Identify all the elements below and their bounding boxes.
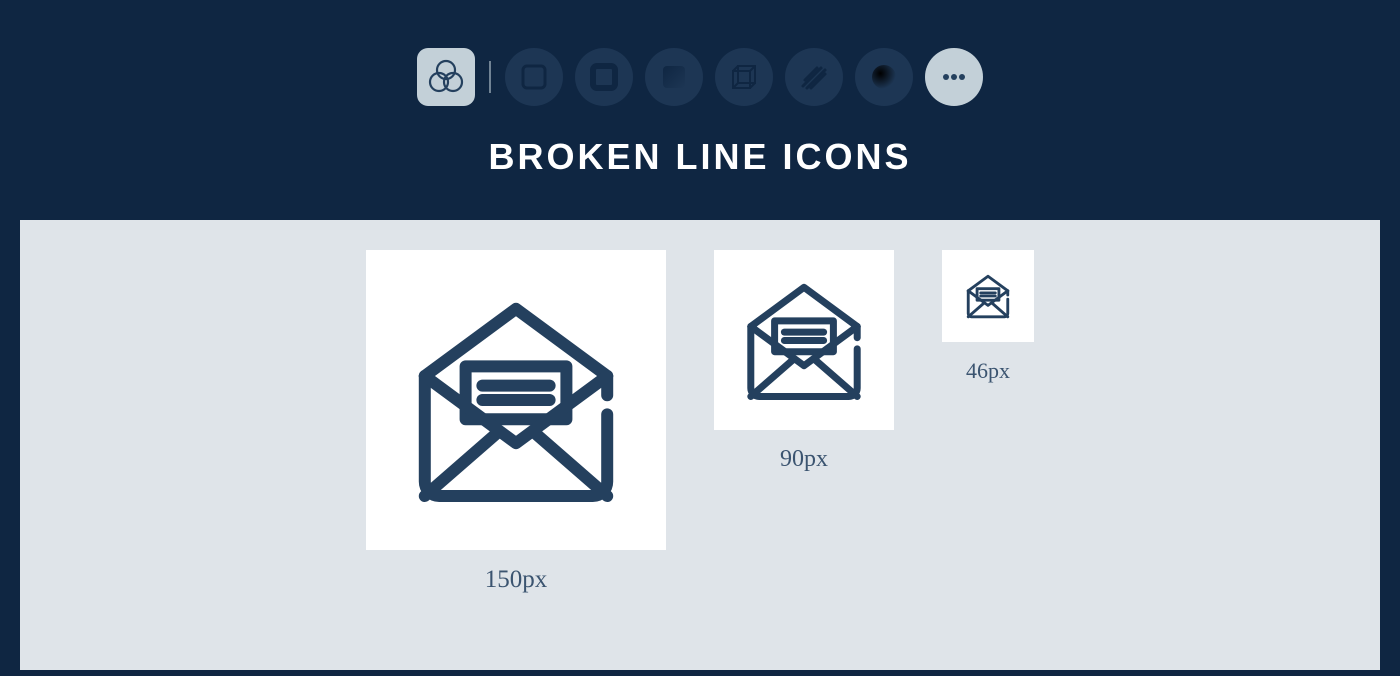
more-icon <box>937 60 971 94</box>
preview-small: 46px <box>942 250 1034 650</box>
preview-tile-small <box>942 250 1034 342</box>
style-sphere[interactable] <box>855 48 913 106</box>
venn-icon <box>426 57 466 97</box>
style-square-fill[interactable] <box>645 48 703 106</box>
open-envelope-icon <box>962 260 1014 332</box>
style-more[interactable] <box>925 48 983 106</box>
preview-tile-large <box>366 250 666 550</box>
size-label-small: 46px <box>966 358 1010 384</box>
style-venn[interactable] <box>417 48 475 106</box>
page-title: BROKEN LINE ICONS <box>488 136 911 178</box>
preview-large: 150px <box>366 250 666 650</box>
style-scribble[interactable] <box>785 48 843 106</box>
style-cube[interactable] <box>715 48 773 106</box>
style-toolbar <box>417 48 983 106</box>
square-bold-icon <box>589 62 619 92</box>
square-icon <box>519 62 549 92</box>
preview-medium: 90px <box>714 250 894 650</box>
style-square-outline[interactable] <box>505 48 563 106</box>
style-square-bold[interactable] <box>575 48 633 106</box>
size-label-medium: 90px <box>780 446 828 473</box>
size-label-large: 150px <box>485 566 548 594</box>
cube-icon <box>727 60 761 94</box>
preview-tile-medium <box>714 250 894 430</box>
preview-panel: 150px 90 <box>20 220 1380 670</box>
toolbar-separator <box>489 61 491 93</box>
open-envelope-icon <box>734 268 874 413</box>
scribble-icon <box>797 60 831 94</box>
open-envelope-icon <box>396 280 636 520</box>
sphere-icon <box>867 60 901 94</box>
square-fill-icon <box>659 62 689 92</box>
